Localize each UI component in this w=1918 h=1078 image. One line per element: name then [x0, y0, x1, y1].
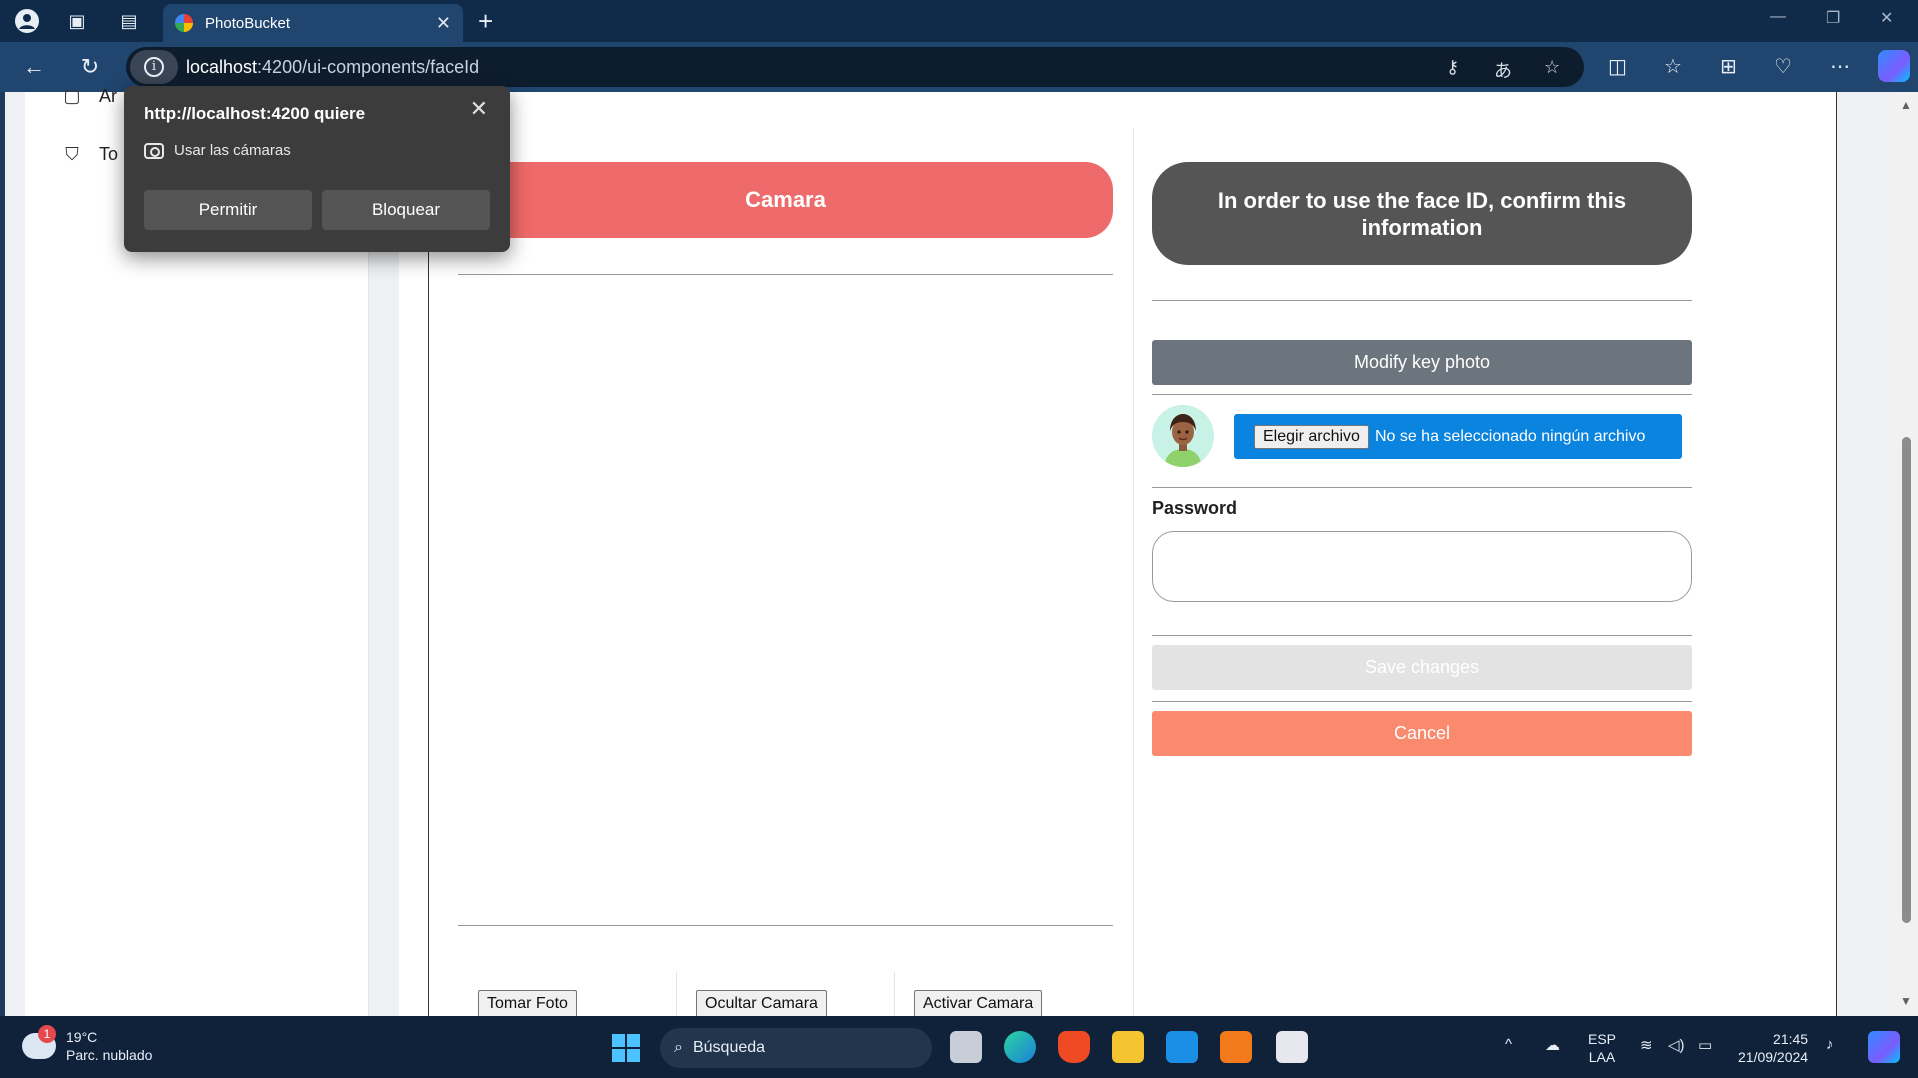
separator — [676, 972, 677, 1016]
key-photo-file-input[interactable]: Elegir archivo No se ha seleccionado nin… — [1234, 414, 1682, 459]
tab-title: PhotoBucket — [205, 14, 291, 32]
separator — [894, 972, 895, 1016]
column-divider — [1133, 128, 1134, 1016]
permission-row: Usar las cámaras — [144, 142, 291, 159]
photobucket-favicon-icon — [175, 14, 193, 32]
xampp-icon[interactable] — [1220, 1031, 1252, 1063]
workspaces-icon[interactable]: ▣ — [62, 6, 92, 36]
camera-controls: Tomar Foto Ocultar Camara Activar Camara — [478, 972, 1118, 1016]
task-view-icon[interactable] — [950, 1031, 982, 1063]
camera-panel: Camara Tomar Foto Ocultar Camara Activar… — [458, 92, 1113, 1016]
notifications-bell-icon[interactable]: ♪ — [1826, 1036, 1834, 1053]
translate-icon[interactable]: あ — [1494, 57, 1512, 83]
snipping-tool-icon[interactable] — [1276, 1031, 1308, 1063]
battery-icon[interactable]: ▭ — [1698, 1036, 1712, 1054]
copilot-taskbar-icon[interactable] — [1868, 1031, 1900, 1063]
divider — [1152, 701, 1692, 702]
brave-browser-icon[interactable] — [1058, 1031, 1090, 1063]
divider — [1152, 300, 1692, 301]
weather-widget[interactable]: 1 19°C Parc. nublado — [22, 1025, 153, 1064]
sidebar-item-app[interactable]: ▢ Ar — [61, 86, 117, 107]
favorites-icon[interactable]: ☆ — [1664, 54, 1682, 79]
password-label: Password — [1152, 498, 1238, 518]
page-scrollbar[interactable]: ▲ ▼ — [1894, 92, 1918, 1016]
scroll-up-icon[interactable]: ▲ — [1900, 98, 1912, 112]
cancel-button[interactable]: Cancel — [1152, 711, 1692, 756]
divider — [1152, 394, 1692, 395]
chevron-up-icon[interactable]: ^ — [1505, 1036, 1512, 1053]
app-icon: ▢ — [63, 86, 81, 106]
divider — [1152, 487, 1692, 488]
paint-roller-icon: ⛉ — [65, 144, 79, 164]
notification-badge: 1 — [38, 1025, 56, 1043]
divider — [458, 925, 1113, 926]
split-screen-icon[interactable]: ◫ — [1608, 54, 1627, 79]
file-explorer-icon[interactable] — [1112, 1031, 1144, 1063]
start-icon[interactable] — [612, 1034, 640, 1062]
sidebar-item-tools[interactable]: ⛉ To — [61, 144, 118, 165]
scrollbar-thumb[interactable] — [1902, 437, 1911, 923]
sidebar-item-label: To — [99, 144, 119, 164]
taskbar: 1 19°C Parc. nublado ⌕ Búsqueda ^ ☁ ESP … — [0, 1016, 1918, 1078]
collections-icon[interactable]: ⊞ — [1720, 54, 1737, 79]
minimize-icon[interactable]: — — [1770, 8, 1786, 26]
vertical-tabs-icon[interactable]: ▤ — [114, 6, 144, 36]
file-status-text: No se ha seleccionado ningún archivo — [1374, 427, 1646, 445]
permission-text: Usar las cámaras — [174, 142, 291, 159]
site-info-icon[interactable]: i — [130, 50, 178, 84]
volume-icon[interactable]: ◁) — [1668, 1036, 1685, 1054]
search-icon: ⌕ — [674, 1039, 683, 1056]
temperature: 19°C — [66, 1029, 98, 1045]
back-icon[interactable]: ← — [18, 51, 50, 83]
popup-title: http://localhost:4200 quiere — [144, 104, 366, 123]
avatar — [1152, 405, 1214, 467]
wifi-icon[interactable]: ≋ — [1640, 1036, 1653, 1054]
take-photo-button[interactable]: Tomar Foto — [478, 990, 577, 1016]
language-indicator[interactable]: ESP LAA — [1588, 1030, 1616, 1066]
camera-permission-popup: http://localhost:4200 quiere ✕ Usar las … — [124, 86, 510, 252]
tab-photobucket[interactable]: PhotoBucket ✕ — [163, 4, 463, 42]
reload-icon[interactable]: ↻ — [74, 51, 106, 83]
search-placeholder: Búsqueda — [692, 1039, 766, 1056]
url-text[interactable]: localhost:4200/ui-components/faceId — [186, 57, 479, 78]
favorite-star-icon[interactable]: ☆ — [1544, 57, 1560, 78]
taskbar-search[interactable]: ⌕ Búsqueda — [660, 1028, 932, 1068]
close-tab-icon[interactable]: ✕ — [436, 13, 451, 34]
modify-key-photo-button[interactable]: Modify key photo — [1152, 340, 1692, 385]
hide-camera-button[interactable]: Ocultar Camara — [696, 990, 827, 1016]
allow-button[interactable]: Permitir — [144, 190, 312, 230]
browser-titlebar: ▣ ▤ PhotoBucket ✕ + — ❐ ✕ — [0, 0, 1918, 42]
key-icon[interactable]: ⚷ — [1446, 57, 1459, 78]
block-button[interactable]: Bloquear — [322, 190, 490, 230]
vscode-icon[interactable] — [1166, 1031, 1198, 1063]
sidebar-item-label: Ar — [99, 86, 117, 106]
divider — [458, 274, 1113, 275]
camera-icon — [144, 142, 164, 159]
edge-browser-icon[interactable] — [1004, 1031, 1036, 1063]
close-window-icon[interactable]: ✕ — [1880, 8, 1893, 28]
divider — [1152, 635, 1692, 636]
profile-icon[interactable] — [12, 6, 42, 36]
activate-camera-button[interactable]: Activar Camara — [914, 990, 1043, 1016]
camera-header: Camara — [458, 162, 1113, 238]
save-changes-button[interactable]: Save changes — [1152, 645, 1692, 690]
scroll-down-icon[interactable]: ▼ — [1900, 994, 1912, 1008]
cloud-icon: 1 — [22, 1025, 56, 1059]
more-menu-icon[interactable]: ⋯ — [1830, 54, 1850, 79]
new-tab-icon[interactable]: + — [478, 6, 493, 36]
address-bar[interactable]: i localhost:4200/ui-components/faceId ⚷ … — [126, 47, 1584, 87]
weather-description: Parc. nublado — [66, 1047, 153, 1063]
close-icon[interactable]: ✕ — [470, 96, 488, 122]
face-id-header: In order to use the face ID, confirm thi… — [1152, 162, 1692, 265]
face-id-panel: In order to use the face ID, confirm thi… — [1152, 92, 1692, 1016]
copilot-icon[interactable] — [1878, 50, 1910, 82]
clock[interactable]: 21:45 21/09/2024 — [1738, 1030, 1808, 1066]
choose-file-button[interactable]: Elegir archivo — [1254, 424, 1369, 449]
restore-icon[interactable]: ❐ — [1826, 8, 1840, 28]
onedrive-icon[interactable]: ☁ — [1545, 1036, 1560, 1054]
password-input[interactable] — [1152, 531, 1692, 602]
browser-toolbar: ← ↻ i localhost:4200/ui-components/faceI… — [0, 42, 1918, 92]
browser-essentials-icon[interactable]: ♡ — [1774, 54, 1792, 79]
